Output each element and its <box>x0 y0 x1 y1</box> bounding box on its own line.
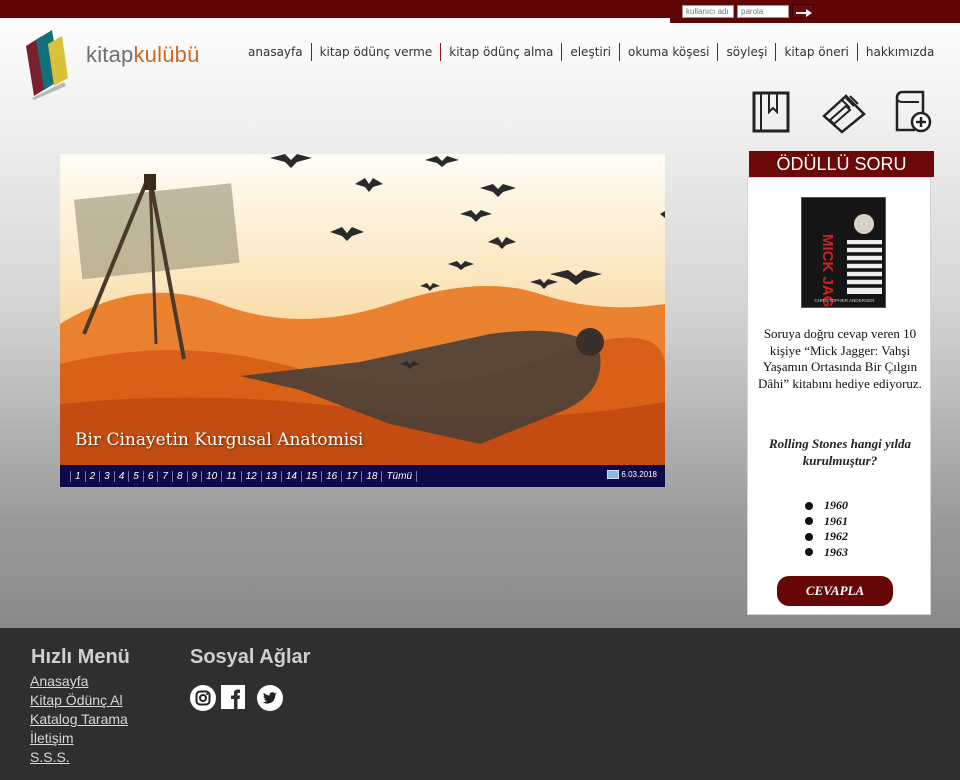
login-box <box>670 0 960 23</box>
books-logo-icon <box>26 30 68 100</box>
slider-pagination-bar: 1 2 3 4 5 6 7 8 9 10 11 12 13 14 15 16 1… <box>60 465 665 487</box>
slider-page-9[interactable]: 9 <box>186 470 202 482</box>
book-cover[interactable]: MICK JAGGER CHRISTOPHER ANDERSEN <box>801 197 886 308</box>
login-submit-button[interactable] <box>792 4 814 18</box>
book-cover-author: CHRISTOPHER ANDERSEN <box>815 298 875 303</box>
radio-bullet-icon[interactable] <box>805 532 813 541</box>
nav-kitap-odunc-alma[interactable]: kitap ödünç alma <box>441 43 563 61</box>
slider-page-11[interactable]: 11 <box>221 470 240 482</box>
social-title: Sosyal Ağlar <box>190 646 311 668</box>
footer-link-iletisim[interactable]: İletişim <box>30 729 128 748</box>
facebook-icon[interactable] <box>221 685 245 709</box>
nav-elestiri[interactable]: eleştiri <box>562 43 621 61</box>
slider-page-5[interactable]: 5 <box>128 470 143 482</box>
slider-page-18[interactable]: 18 <box>361 470 381 482</box>
quiz-option-1962[interactable]: 1962 <box>805 529 848 545</box>
radio-bullet-icon[interactable] <box>805 548 813 557</box>
radio-bullet-icon[interactable] <box>805 517 813 526</box>
quiz-option-1961[interactable]: 1961 <box>805 514 848 530</box>
add-book-icon[interactable] <box>893 90 935 134</box>
slider-page-3[interactable]: 3 <box>99 470 114 482</box>
slider-page-4[interactable]: 4 <box>113 470 129 482</box>
quiz-option-1963[interactable]: 1963 <box>805 545 848 561</box>
answer-button[interactable]: CEVAPLA <box>777 576 893 606</box>
quiz-description: Soruya doğru cevap veren 10 kişiye “Mick… <box>758 326 922 391</box>
twitter-icon[interactable] <box>256 684 284 712</box>
quiz-option-label: 1961 <box>824 513 848 528</box>
footer-link-katalog-tarama[interactable]: Katalog Tarama <box>30 710 128 729</box>
slider-date: 6.03.2018 <box>621 470 657 479</box>
featured-slider[interactable]: Bir Cinayetin Kurgusal Anatomisi 1 2 3 4… <box>60 154 665 487</box>
quiz-panel: MICK JAGGER CHRISTOPHER ANDERSEN Soruya … <box>747 177 931 615</box>
footer-link-kitap-odunc-al[interactable]: Kitap Ödünç Al <box>30 691 128 710</box>
logo-text-kitap: kitap <box>86 42 134 67</box>
slider-page-15[interactable]: 15 <box>300 470 321 482</box>
quiz-question: Rolling Stones hangi yılda kurulmuştur? <box>769 436 911 468</box>
slider-page-13[interactable]: 13 <box>260 470 281 482</box>
quick-menu: Anasayfa Kitap Ödünç Al Katalog Tarama İ… <box>30 672 128 767</box>
calendar-icon <box>607 470 619 479</box>
nav-kitap-odunc-verme[interactable]: kitap ödünç verme <box>312 43 442 61</box>
quiz-options: 1960 1961 1962 1963 <box>805 498 848 560</box>
site-logo[interactable]: kitapkulübü <box>22 28 222 100</box>
nav-hakkimizda[interactable]: hakkımızda <box>858 43 942 61</box>
slider-page-14[interactable]: 14 <box>280 470 301 482</box>
slider-page-17[interactable]: 17 <box>341 470 361 482</box>
slider-page-16[interactable]: 16 <box>321 470 341 482</box>
password-input[interactable] <box>737 5 789 18</box>
book-cover-title: MICK JAGGER <box>819 234 836 308</box>
main-nav: anasayfa kitap ödünç verme kitap ödünç a… <box>240 40 942 64</box>
nav-soylesi[interactable]: söyleşi <box>718 43 777 61</box>
slider-page-6[interactable]: 6 <box>142 470 158 482</box>
slider-page-all[interactable]: Tümü <box>381 470 418 482</box>
slider-page-12[interactable]: 12 <box>240 470 261 482</box>
logo-text-kulubu: kulübü <box>133 42 200 67</box>
slider-page-1[interactable]: 1 <box>70 470 85 482</box>
username-input[interactable] <box>682 5 734 18</box>
book-cover-art: MICK JAGGER CHRISTOPHER ANDERSEN <box>802 198 885 308</box>
nav-okuma-kosesi[interactable]: okuma köşesi <box>620 43 719 61</box>
quiz-option-1960[interactable]: 1960 <box>805 498 848 514</box>
footer-link-anasayfa[interactable]: Anasayfa <box>30 672 128 691</box>
notebook-pencil-icon[interactable] <box>820 90 866 134</box>
slider-illustration <box>60 154 665 465</box>
footer-link-sss[interactable]: S.S.S. <box>30 748 128 767</box>
slider-caption[interactable]: Bir Cinayetin Kurgusal Anatomisi <box>75 430 363 450</box>
quick-menu-title: Hızlı Menü <box>31 646 130 668</box>
quiz-option-label: 1962 <box>824 529 848 544</box>
logo-text: kitapkulübü <box>86 42 200 68</box>
instagram-icon[interactable] <box>189 684 217 712</box>
quiz-option-label: 1960 <box>824 498 848 513</box>
slider-page-2[interactable]: 2 <box>84 470 100 482</box>
slider-page-7[interactable]: 7 <box>157 470 172 482</box>
quiz-title: ÖDÜLLÜ SORU <box>749 151 934 177</box>
slider-page-10[interactable]: 10 <box>201 470 221 482</box>
slider-page-8[interactable]: 8 <box>171 470 187 482</box>
arrow-right-icon <box>796 9 812 17</box>
nav-kitap-oneri[interactable]: kitap öneri <box>776 43 858 61</box>
quiz-option-label: 1963 <box>824 544 848 559</box>
nav-anasayfa[interactable]: anasayfa <box>240 43 312 61</box>
footer: Hızlı Menü Anasayfa Kitap Ödünç Al Katal… <box>0 628 960 780</box>
slider-pages: 1 2 3 4 5 6 7 8 9 10 11 12 13 14 15 16 1… <box>70 470 418 482</box>
book-icon[interactable] <box>750 90 792 134</box>
radio-bullet-icon[interactable] <box>805 501 813 510</box>
